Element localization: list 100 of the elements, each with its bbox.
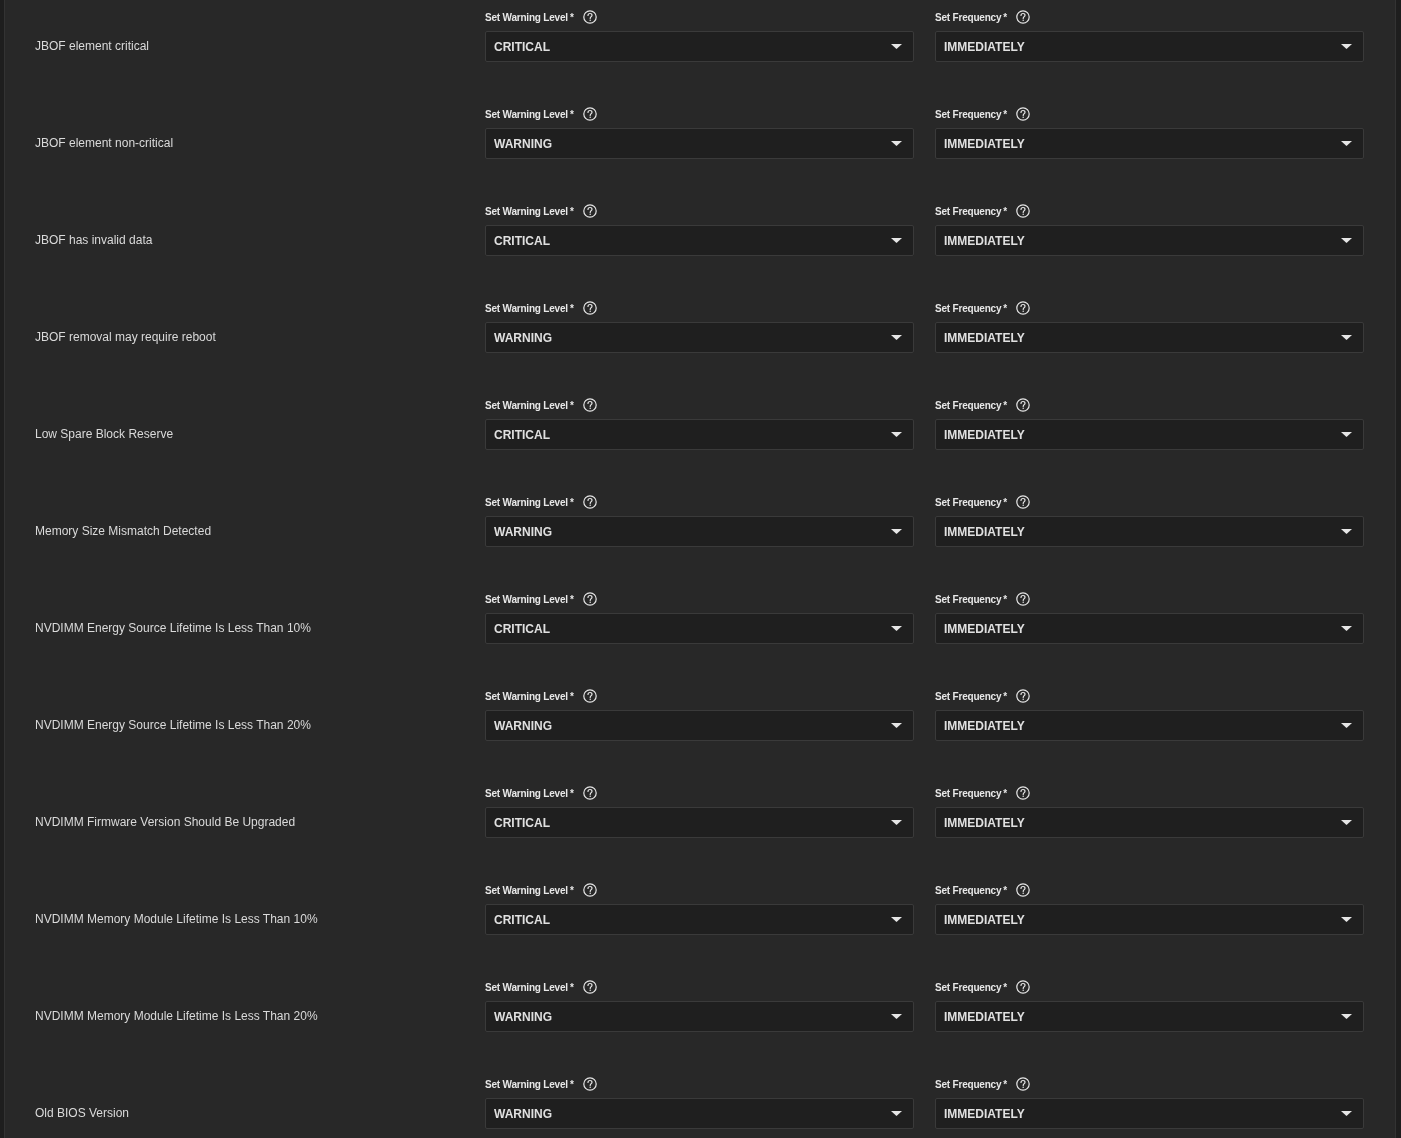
warning-level-select[interactable]: WARNING bbox=[485, 322, 914, 353]
warning-level-select[interactable]: WARNING bbox=[485, 1001, 914, 1032]
help-icon[interactable] bbox=[1016, 1077, 1031, 1091]
required-mark: * bbox=[1003, 399, 1008, 411]
alert-name: NVDIMM Energy Source Lifetime Is Less Than 20% bbox=[35, 718, 311, 732]
help-icon[interactable] bbox=[582, 204, 597, 218]
warning-level-label: Set Warning Level bbox=[485, 1078, 568, 1090]
warning-level-select[interactable]: CRITICAL bbox=[485, 613, 914, 644]
help-icon[interactable] bbox=[1016, 301, 1031, 315]
help-icon[interactable] bbox=[582, 980, 597, 994]
caret-icon bbox=[1341, 335, 1352, 340]
required-mark: * bbox=[569, 399, 574, 411]
frequency-select[interactable]: IMMEDIATELY bbox=[935, 1098, 1364, 1129]
warning-level-select[interactable]: CRITICAL bbox=[485, 904, 914, 935]
caret-icon bbox=[891, 141, 902, 146]
caret-icon bbox=[1341, 44, 1352, 49]
frequency-select[interactable]: IMMEDIATELY bbox=[935, 807, 1364, 838]
required-mark: * bbox=[1003, 593, 1008, 605]
help-icon[interactable] bbox=[582, 689, 597, 703]
caret-icon bbox=[1341, 238, 1352, 243]
frequency-label: Set Frequency bbox=[935, 399, 1002, 411]
frequency-label: Set Frequency bbox=[935, 593, 1002, 605]
frequency-select[interactable]: IMMEDIATELY bbox=[935, 1001, 1364, 1032]
help-icon[interactable] bbox=[1016, 980, 1031, 994]
caret-icon bbox=[891, 432, 902, 437]
help-icon[interactable] bbox=[582, 107, 597, 121]
required-mark: * bbox=[1003, 302, 1008, 314]
required-mark: * bbox=[1003, 787, 1008, 799]
required-mark: * bbox=[569, 1078, 574, 1090]
warning-level-select[interactable]: CRITICAL bbox=[485, 807, 914, 838]
warning-level-select[interactable]: WARNING bbox=[485, 128, 914, 159]
alert-name: Low Spare Block Reserve bbox=[35, 427, 174, 441]
frequency-label: Set Frequency bbox=[935, 981, 1002, 993]
required-mark: * bbox=[569, 593, 574, 605]
required-mark: * bbox=[1003, 496, 1008, 508]
help-icon[interactable] bbox=[1016, 592, 1031, 606]
help-icon[interactable] bbox=[582, 883, 597, 897]
help-icon[interactable] bbox=[582, 786, 597, 800]
required-mark: * bbox=[569, 302, 574, 314]
warning-level-label: Set Warning Level bbox=[485, 496, 568, 508]
alert-name: JBOF has invalid data bbox=[35, 233, 153, 247]
alert-name: JBOF removal may require reboot bbox=[35, 330, 216, 344]
warning-level-select[interactable]: CRITICAL bbox=[485, 419, 914, 450]
frequency-select[interactable]: IMMEDIATELY bbox=[935, 128, 1364, 159]
caret-icon bbox=[1341, 529, 1352, 534]
help-icon[interactable] bbox=[1016, 689, 1031, 703]
help-icon[interactable] bbox=[582, 398, 597, 412]
frequency-label: Set Frequency bbox=[935, 690, 1002, 702]
frequency-select[interactable]: IMMEDIATELY bbox=[935, 322, 1364, 353]
caret-icon bbox=[891, 335, 902, 340]
warning-level-label: Set Warning Level bbox=[485, 690, 568, 702]
warning-level-label: Set Warning Level bbox=[485, 884, 568, 896]
alert-name: JBOF element non-critical bbox=[35, 136, 174, 150]
alert-name: JBOF element critical bbox=[35, 39, 150, 53]
help-icon[interactable] bbox=[582, 10, 597, 24]
caret-icon bbox=[1341, 820, 1352, 825]
required-mark: * bbox=[1003, 690, 1008, 702]
frequency-label: Set Frequency bbox=[935, 884, 1002, 896]
frequency-select[interactable]: IMMEDIATELY bbox=[935, 710, 1364, 741]
alert-name: NVDIMM Firmware Version Should Be Upgraded bbox=[35, 815, 296, 829]
help-icon[interactable] bbox=[1016, 204, 1031, 218]
help-icon[interactable] bbox=[1016, 786, 1031, 800]
help-icon[interactable] bbox=[1016, 883, 1031, 897]
warning-level-select[interactable]: CRITICAL bbox=[485, 31, 914, 62]
help-icon[interactable] bbox=[582, 495, 597, 509]
alert-name: NVDIMM Energy Source Lifetime Is Less Than 10% bbox=[35, 621, 311, 635]
help-icon[interactable] bbox=[1016, 10, 1031, 24]
frequency-select[interactable]: IMMEDIATELY bbox=[935, 613, 1364, 644]
required-mark: * bbox=[1003, 981, 1008, 993]
frequency-select[interactable]: IMMEDIATELY bbox=[935, 31, 1364, 62]
help-icon[interactable] bbox=[582, 301, 597, 315]
warning-level-label: Set Warning Level bbox=[485, 787, 568, 799]
frequency-select[interactable]: IMMEDIATELY bbox=[935, 516, 1364, 547]
warning-level-select[interactable]: WARNING bbox=[485, 710, 914, 741]
warning-level-select[interactable]: CRITICAL bbox=[485, 225, 914, 256]
warning-level-select[interactable]: WARNING bbox=[485, 516, 914, 547]
caret-icon bbox=[891, 238, 902, 243]
help-icon[interactable] bbox=[1016, 495, 1031, 509]
required-mark: * bbox=[1003, 11, 1008, 23]
help-icon[interactable] bbox=[1016, 107, 1031, 121]
frequency-label: Set Frequency bbox=[935, 496, 1002, 508]
caret-icon bbox=[1341, 723, 1352, 728]
frequency-select[interactable]: IMMEDIATELY bbox=[935, 904, 1364, 935]
frequency-label: Set Frequency bbox=[935, 108, 1002, 120]
frequency-label: Set Frequency bbox=[935, 1078, 1002, 1090]
caret-icon bbox=[891, 44, 902, 49]
caret-icon bbox=[1341, 917, 1352, 922]
caret-icon bbox=[891, 529, 902, 534]
help-icon[interactable] bbox=[1016, 398, 1031, 412]
frequency-label: Set Frequency bbox=[935, 205, 1002, 217]
help-icon[interactable] bbox=[582, 1077, 597, 1091]
caret-icon bbox=[1341, 141, 1352, 146]
caret-icon bbox=[891, 917, 902, 922]
required-mark: * bbox=[569, 496, 574, 508]
frequency-select[interactable]: IMMEDIATELY bbox=[935, 419, 1364, 450]
warning-level-label: Set Warning Level bbox=[485, 205, 568, 217]
frequency-select[interactable]: IMMEDIATELY bbox=[935, 225, 1364, 256]
frequency-label: Set Frequency bbox=[935, 11, 1002, 23]
help-icon[interactable] bbox=[582, 592, 597, 606]
warning-level-select[interactable]: WARNING bbox=[485, 1098, 914, 1129]
